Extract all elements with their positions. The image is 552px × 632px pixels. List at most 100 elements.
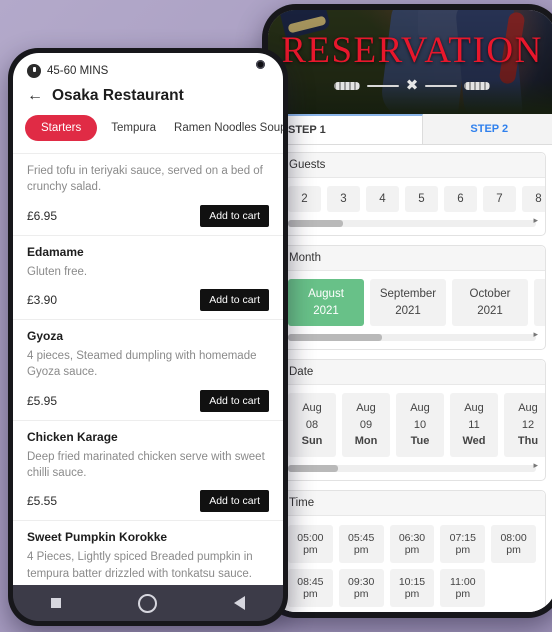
date-dow: Tue [410, 435, 430, 448]
date-option[interactable]: Aug 12 Thu [504, 393, 545, 457]
date-dow: Mon [354, 435, 378, 448]
guest-option[interactable]: 5 [405, 186, 438, 212]
month-year: 2021 [395, 304, 421, 317]
guest-option[interactable]: 3 [327, 186, 360, 212]
tab-ramen-noodles-soup[interactable]: Ramen Noodles Soup [170, 115, 283, 141]
date-month: Aug [464, 402, 484, 415]
menu-item-name: Edamame [27, 244, 84, 259]
delivery-eta: 45-60 MINS [13, 53, 283, 81]
month-name: August [308, 288, 344, 300]
date-dow: Wed [462, 435, 486, 448]
guest-option[interactable]: 6 [444, 186, 477, 212]
date-month: Aug [302, 402, 322, 415]
date-day: 10 [413, 418, 427, 431]
month-scrollbar[interactable] [288, 329, 538, 342]
menu-item-footer: £6.95 Add to cart [27, 204, 269, 227]
back-arrow-icon[interactable]: ← [27, 88, 43, 104]
month-option[interactable]: November 2021 [534, 279, 545, 327]
date-day: 08 [305, 418, 319, 431]
time-slot[interactable]: 05:45 pm [338, 524, 384, 563]
restaurant-header: ← Osaka Restaurant [13, 81, 283, 115]
date-options[interactable]: Aug 08 Sun Aug 09 Mon Aug 10 Tue Aug 11 … [279, 385, 545, 461]
time-slot[interactable]: 10:15 pm [389, 568, 435, 607]
back-triangle-icon[interactable] [233, 596, 245, 610]
month-year: 2021 [477, 304, 503, 317]
time-slot[interactable]: 06:30 pm [389, 524, 435, 563]
menu-item-description: Gluten free. [27, 265, 88, 278]
date-month: Aug [356, 402, 376, 415]
month-option-selected[interactable]: August 2021 [288, 279, 364, 327]
time-slot[interactable]: 08:00 pm [491, 524, 536, 563]
tab-step-2[interactable]: STEP 2 [422, 114, 552, 144]
guest-option[interactable]: 8 [522, 186, 545, 212]
date-month: Aug [518, 402, 538, 415]
wallpaper-background: RESERVATION ✖ STEP 1 STEP 2 Guests 2 3 4… [0, 0, 552, 632]
month-options[interactable]: August 2021 September 2021 October 2021 [279, 271, 545, 330]
time-label: Time [279, 490, 545, 516]
clock-icon [27, 64, 41, 78]
add-to-cart-button[interactable]: Add to cart [200, 288, 269, 311]
menu-item-description: Deep fried marinated chicken serve with … [27, 450, 265, 479]
home-circle-icon[interactable] [137, 593, 157, 613]
step-tabs: STEP 1 STEP 2 [268, 114, 552, 145]
date-option[interactable]: Aug 10 Tue [396, 393, 444, 457]
date-option[interactable]: Aug 08 Sun [288, 393, 336, 457]
time-slot[interactable]: 05:00 pm [288, 524, 333, 563]
time-slot[interactable]: 11:00 pm [440, 568, 486, 607]
crossed-cutlery-icon: ✖ [268, 78, 552, 93]
category-tabs: Starters Tempura Ramen Noodles Soup M [13, 115, 283, 153]
front-camera-icon [256, 60, 265, 69]
menu-item: Fried tofu in teriyaki sauce, served on … [13, 154, 283, 236]
add-to-cart-button[interactable]: Add to cart [200, 490, 269, 513]
date-option[interactable]: Aug 11 Wed [450, 393, 498, 457]
add-to-cart-button[interactable]: Add to cart [200, 389, 269, 412]
menu-item: Chicken Karage Deep fried marinated chic… [13, 421, 283, 522]
reservation-body: STEP 1 STEP 2 Guests 2 3 4 5 6 7 8 ▸ Mon… [268, 114, 552, 612]
reservation-phone: RESERVATION ✖ STEP 1 STEP 2 Guests 2 3 4… [262, 4, 552, 618]
menu-item-price: £5.95 [27, 393, 58, 408]
page-title: Osaka Restaurant [52, 87, 184, 104]
date-panel: Date Aug 08 Sun Aug 09 Mon Aug 10 Tue Au… [278, 359, 546, 481]
time-slot[interactable]: 08:45 pm [288, 568, 333, 607]
date-day: 12 [521, 418, 535, 431]
month-label: Month [279, 246, 545, 271]
guest-option[interactable]: 4 [366, 186, 399, 212]
reservation-hero: RESERVATION ✖ [268, 10, 552, 114]
menu-item-list: Fried tofu in teriyaki sauce, served on … [13, 153, 283, 585]
guest-option[interactable]: 7 [483, 186, 516, 212]
date-scrollbar[interactable] [288, 460, 538, 472]
menu-item: Sweet Pumpkin Korokke 4 Pieces, Lightly … [13, 521, 283, 585]
reservation-screen: RESERVATION ✖ STEP 1 STEP 2 Guests 2 3 4… [268, 10, 552, 612]
menu-phone: 45-60 MINS ← Osaka Restaurant Starters T… [8, 48, 288, 626]
time-slots[interactable]: 05:00 pm 05:45 pm 06:30 pm 07:15 pm 08:0… [279, 516, 545, 612]
menu-item-footer: £3.90 Add to cart [27, 288, 269, 311]
menu-item: Gyoza 4 pieces, Steamed dumpling with ho… [13, 320, 283, 421]
menu-item-price: £6.95 [27, 208, 58, 223]
time-slot[interactable]: 09:30 pm [338, 568, 384, 607]
menu-item-description: 4 pieces, Steamed dumpling with homemade… [27, 349, 257, 379]
month-panel: Month August 2021 September 2021 October… [278, 245, 546, 351]
recents-square-icon[interactable] [51, 598, 62, 608]
tab-starters[interactable]: Starters [25, 115, 98, 141]
date-option[interactable]: Aug 09 Mon [342, 393, 390, 457]
date-month: Aug [410, 402, 430, 415]
month-option[interactable]: October 2021 [452, 279, 528, 327]
month-year: 2021 [313, 304, 339, 317]
menu-item-description: Fried tofu in teriyaki sauce, served on … [27, 165, 263, 194]
guests-label: Guests [279, 153, 545, 178]
guests-options[interactable]: 2 3 4 5 6 7 8 9 10 11 [279, 178, 545, 216]
month-name: October [469, 288, 511, 300]
android-navigation-bar [13, 585, 283, 621]
date-day: 11 [468, 418, 480, 431]
menu-item-name: Chicken Karage [27, 429, 118, 444]
guests-scrollbar[interactable] [288, 215, 538, 227]
date-dow: Thu [517, 435, 539, 448]
time-slot[interactable]: 07:15 pm [440, 524, 486, 563]
tab-step-1[interactable]: STEP 1 [268, 114, 423, 144]
add-to-cart-button[interactable]: Add to cart [200, 204, 269, 227]
tab-tempura[interactable]: Tempura [107, 115, 160, 141]
menu-item-footer: £5.55 Add to cart [27, 490, 269, 513]
guest-option[interactable]: 2 [288, 186, 321, 212]
menu-item: Edamame Gluten free. £3.90 Add to cart [13, 236, 283, 320]
month-option[interactable]: September 2021 [370, 279, 446, 327]
